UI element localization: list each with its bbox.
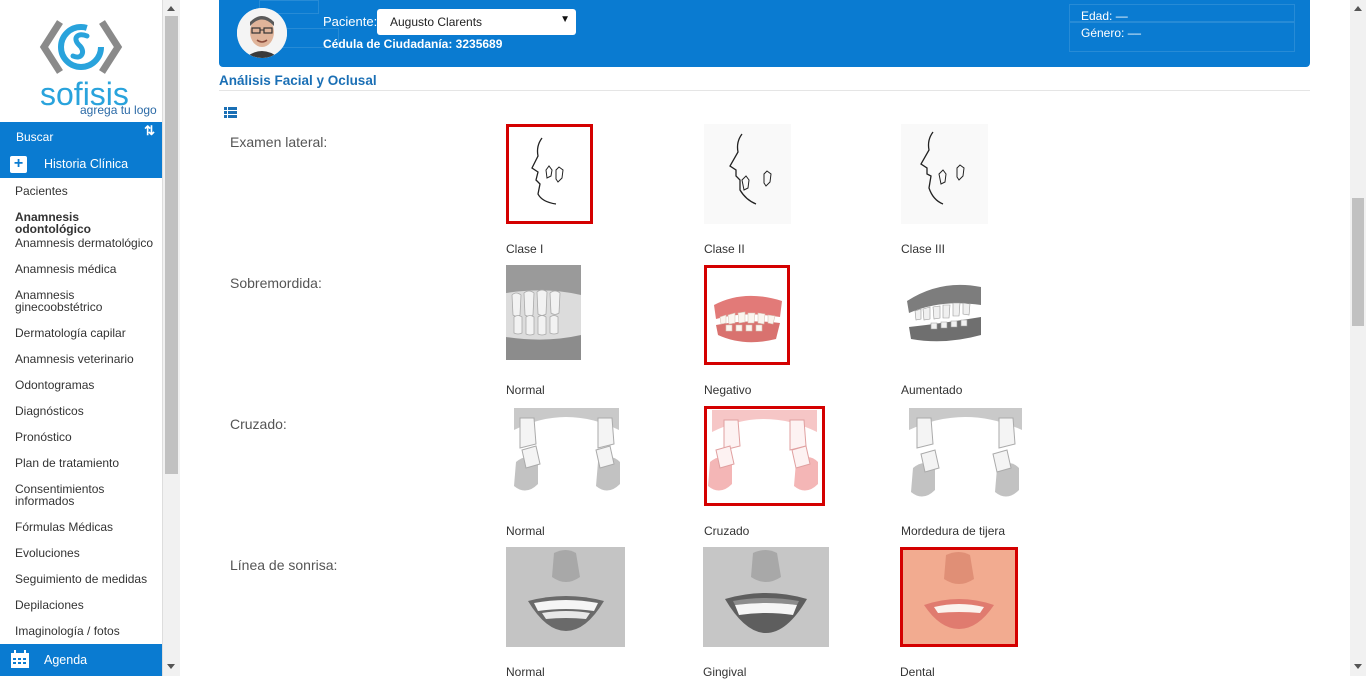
option-caption: Cruzado <box>704 524 750 538</box>
option-caption: Negativo <box>704 383 752 397</box>
sidebar-scrollbar-thumb[interactable] <box>165 16 178 474</box>
option-caption: Clase I <box>506 242 544 256</box>
teeth-increased-icon <box>907 284 981 342</box>
sidebar-item-evoluciones[interactable]: Evoluciones <box>15 547 155 559</box>
scroll-down-arrow-icon[interactable] <box>167 664 175 669</box>
page-scrollbar-thumb[interactable] <box>1352 198 1364 326</box>
logo[interactable]: sofisis agrega tu logo <box>0 0 162 122</box>
sidebar-item-imaginologia-fotos[interactable]: Imaginología / fotos <box>15 625 155 637</box>
option-caption: Normal <box>506 383 545 397</box>
sidebar-item-anamnesis-ginecoobstetrico[interactable]: Anamnesis ginecoobstétrico <box>15 289 115 313</box>
sidebar-item-dermatologia-capilar[interactable]: Dermatología capilar <box>15 327 155 339</box>
option-caption: Clase III <box>901 242 946 256</box>
sidebar-item-seguimiento-de-medidas[interactable]: Seguimiento de medidas <box>15 573 155 585</box>
sidebar-item-anamnesis-dermatologico[interactable]: Anamnesis dermatológico <box>15 237 155 249</box>
scroll-down-arrow-icon[interactable] <box>1354 664 1362 669</box>
option-caption: Clase II <box>704 242 745 256</box>
search-label: Buscar <box>16 130 54 144</box>
option-image <box>900 547 1018 647</box>
section-title: Análisis Facial y Oclusal <box>219 73 377 88</box>
section-historia-clinica[interactable]: + Historia Clínica <box>0 150 162 178</box>
plus-icon: + <box>10 156 27 173</box>
patient-select[interactable]: Augusto Clarents ▼ <box>377 9 576 35</box>
option-image <box>704 124 791 224</box>
option-caption: Aumentado <box>901 383 963 397</box>
option-image <box>506 265 581 360</box>
list-icon[interactable] <box>224 107 237 118</box>
sidebar-item-plan-de-tratamiento[interactable]: Plan de tratamiento <box>15 457 155 469</box>
chevron-down-icon: ▼ <box>560 14 570 25</box>
patient-select-value: Augusto Clarents <box>390 15 483 29</box>
sidebar-item-consentimientos-informados[interactable]: Consentimientos informados <box>15 483 115 507</box>
smile-normal-icon <box>506 547 625 647</box>
smile-gingival-icon <box>703 547 829 647</box>
sidebar-item-diagnosticos[interactable]: Diagnósticos <box>15 405 155 417</box>
patient-cedula: Cédula de Ciudadanía: 3235689 <box>323 37 503 51</box>
page-scrollbar[interactable] <box>1350 0 1366 676</box>
option-image <box>901 265 987 365</box>
option-image <box>506 547 625 647</box>
scroll-up-arrow-icon[interactable] <box>167 6 175 11</box>
patient-avatar <box>237 8 287 58</box>
option-image <box>506 406 627 506</box>
sidebar-item-anamnesis-odontologico[interactable]: Anamnesis odontológico <box>15 211 155 235</box>
calendar-icon <box>11 650 29 668</box>
option-caption: Mordedura de tijera <box>901 524 1006 538</box>
sidebar-scrollbar[interactable] <box>163 0 180 676</box>
smile-dental-icon <box>903 550 1015 644</box>
logo-tagline: agrega tu logo <box>80 103 157 117</box>
option-caption: Dental <box>900 665 935 679</box>
teeth-normal-icon <box>506 265 581 360</box>
section-divider <box>219 90 1310 91</box>
sidebar: sofisis agrega tu logo Buscar ⇅ + Histor… <box>0 0 163 676</box>
sidebar-item-anamnesis-medica[interactable]: Anamnesis médica <box>15 263 155 275</box>
patient-header: Paciente: Augusto Clarents ▼ Cédula de C… <box>219 0 1310 67</box>
sofisis-logo-icon <box>39 20 123 74</box>
sidebar-item-pacientes[interactable]: Pacientes <box>15 185 155 197</box>
row-label-examen-lateral: Examen lateral: <box>230 134 328 150</box>
patient-photo-icon <box>237 8 287 58</box>
sort-icon[interactable]: ⇅ <box>144 123 155 139</box>
option-image <box>901 124 988 224</box>
sidebar-item-odontogramas[interactable]: Odontogramas <box>15 379 155 391</box>
row-label-linea-de-sonrisa: Línea de sonrisa: <box>230 557 338 573</box>
profile-class-i-icon <box>531 137 564 205</box>
agenda-label: Agenda <box>44 653 88 667</box>
sidebar-item-formulas-medicas[interactable]: Fórmulas Médicas <box>15 521 155 533</box>
search-bar[interactable]: Buscar ⇅ <box>0 122 162 150</box>
crossbite-normal-icon <box>514 408 620 491</box>
section-label: Historia Clínica <box>44 157 129 171</box>
option-image <box>704 265 790 365</box>
row-label-sobremordida: Sobremordida: <box>230 275 322 291</box>
main-content: Paciente: Augusto Clarents ▼ Cédula de C… <box>180 0 1350 679</box>
option-image <box>506 124 593 224</box>
option-image <box>703 547 829 647</box>
option-caption: Normal <box>506 665 545 679</box>
patient-label: Paciente: <box>323 14 378 29</box>
row-label-cruzado: Cruzado: <box>230 416 287 432</box>
patient-edad: Edad: — <box>1081 9 1128 23</box>
sidebar-item-agenda[interactable]: Agenda <box>0 644 162 676</box>
option-image <box>901 406 1030 506</box>
patient-genero: Género: –– <box>1081 26 1142 40</box>
option-caption: Normal <box>506 524 545 538</box>
profile-class-ii-icon <box>729 133 772 205</box>
option-image <box>704 406 825 506</box>
sidebar-item-pronostico[interactable]: Pronóstico <box>15 431 155 443</box>
sidebar-item-anamnesis-veterinario[interactable]: Anamnesis veterinario <box>15 353 155 365</box>
scissor-bite-icon <box>909 408 1022 497</box>
teeth-negative-icon <box>714 295 782 343</box>
sidebar-item-depilaciones[interactable]: Depilaciones <box>15 599 155 611</box>
crossbite-crossed-icon <box>708 410 818 491</box>
scroll-up-arrow-icon[interactable] <box>1354 6 1362 11</box>
option-caption: Gingival <box>703 665 747 679</box>
profile-class-iii-icon <box>920 131 965 205</box>
